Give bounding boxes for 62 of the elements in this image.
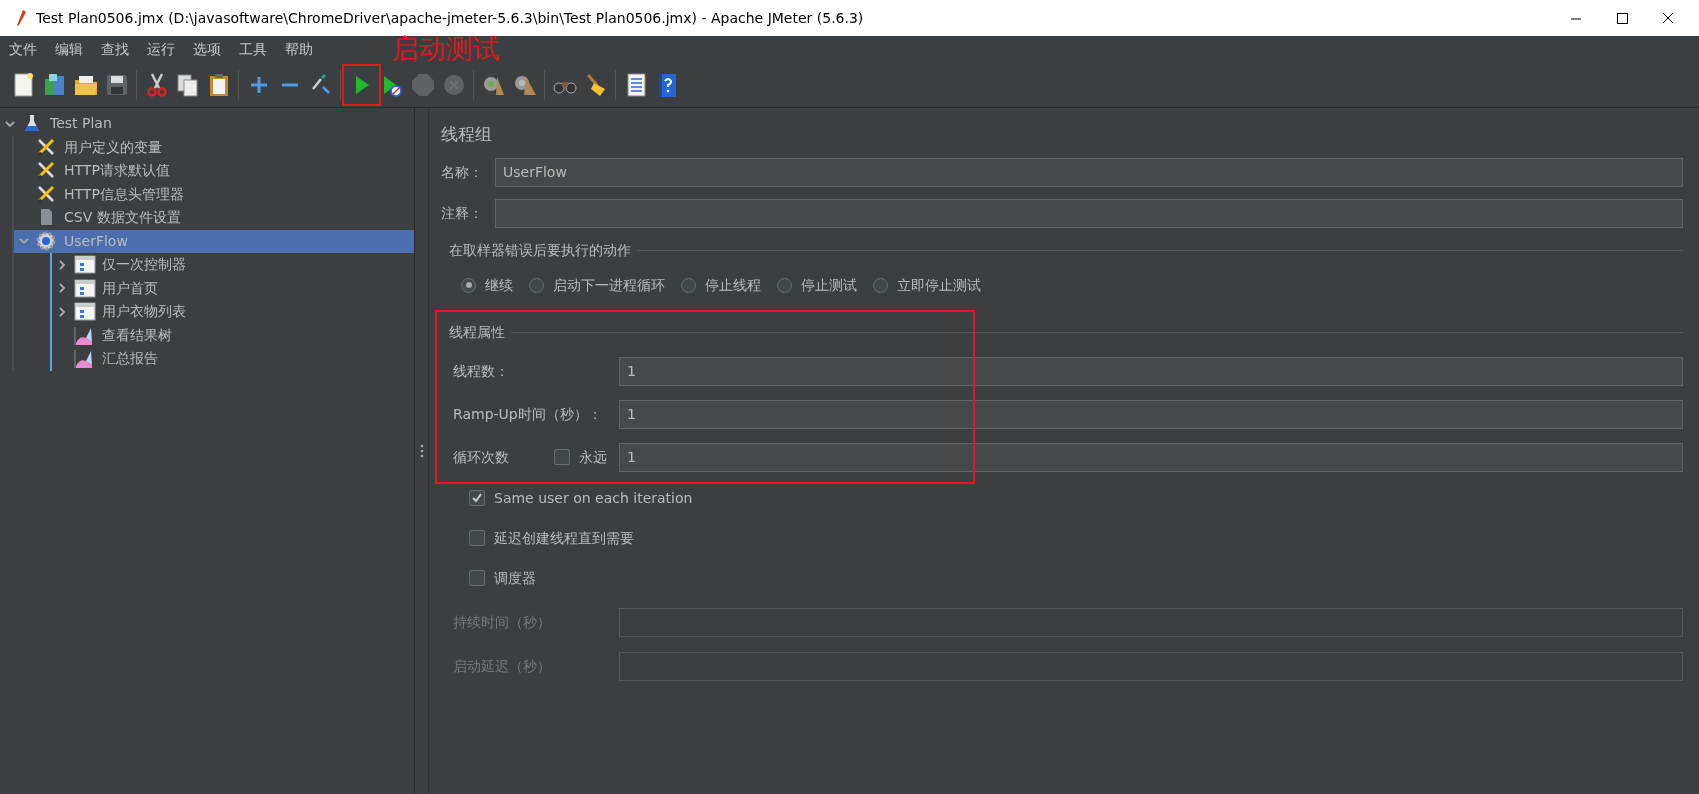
field-label: Ramp-Up时间（秒）： [453, 404, 602, 424]
menu-item[interactable]: 编辑 [46, 38, 92, 60]
checkbox[interactable] [469, 530, 485, 546]
menu-item[interactable]: 帮助 [276, 38, 322, 60]
window-icon [74, 301, 96, 323]
window-title: Test Plan0506.jmx (D:\javasoftware\ChromeDriver\apache-jmeter-5.6.3\bin\Test Plan0506.jmx) - Apache JMeter (5.6.3) [36, 8, 865, 28]
tree-item[interactable]: 用户首页 [52, 276, 414, 300]
input-field[interactable]: 1 [619, 356, 1683, 386]
radio-button[interactable] [461, 277, 476, 293]
radio-button[interactable] [529, 277, 544, 293]
input-field[interactable] [619, 651, 1683, 681]
checkbox-label: 延迟创建线程直到需要 [494, 528, 634, 548]
input-field[interactable] [619, 607, 1683, 637]
checkbox-label: Same user on each iteration [494, 488, 693, 508]
radio-button[interactable] [681, 277, 696, 293]
tree-item[interactable]: CSV 数据文件设置 [14, 206, 414, 230]
input-field[interactable] [495, 198, 1683, 228]
chevron-right-icon[interactable] [56, 282, 68, 295]
input-field[interactable]: 1 [619, 442, 1683, 472]
input-field[interactable]: UserFlow [495, 157, 1683, 187]
window-icon [74, 277, 96, 299]
radio-label: 继续 [485, 275, 513, 295]
window-icon [74, 254, 96, 276]
tree-item[interactable]: 用户定义的变量 [14, 135, 414, 159]
tree-item[interactable]: 查看结果树 [52, 323, 414, 347]
menu-item[interactable]: 选项 [184, 38, 230, 60]
tree-item[interactable]: HTTP请求默认值 [14, 159, 414, 183]
radio-button[interactable] [873, 277, 888, 293]
checkbox[interactable] [469, 490, 485, 506]
field-label: 循环次数 [453, 447, 509, 467]
tree-item[interactable]: 用户衣物列表 [52, 300, 414, 324]
tree-item[interactable]: Test Plan [0, 112, 414, 136]
field-label: 线程数： [453, 361, 509, 381]
annotation-label: 启动测试 [392, 35, 500, 64]
gear-icon [36, 230, 58, 252]
radio-label: 停止测试 [801, 275, 857, 295]
checkbox-label: 调度器 [494, 568, 536, 588]
feather-icon [14, 9, 28, 27]
menu-item[interactable]: 查找 [92, 38, 138, 60]
checkbox-label: 永远 [579, 447, 607, 467]
splitter-handle-icon[interactable] [419, 444, 424, 458]
field-label: 注释： [441, 203, 484, 223]
radio-label: 启动下一进程循环 [553, 275, 665, 295]
group-title: 在取样器错误后要执行的动作 [449, 240, 631, 260]
menu-item[interactable]: 工具 [230, 38, 276, 60]
chevron-right-icon[interactable] [56, 258, 68, 271]
radio-button[interactable] [777, 277, 792, 293]
tree-item[interactable]: HTTP信息头管理器 [14, 182, 414, 206]
chevron-right-icon[interactable] [56, 305, 68, 318]
field-label: 名称： [441, 162, 484, 182]
radio-label: 立即停止测试 [897, 275, 981, 295]
panel-title: 线程组 [441, 123, 493, 146]
tree-item[interactable]: 仅一次控制器 [52, 253, 414, 277]
tree-item[interactable]: 汇总报告 [52, 347, 414, 371]
menu-item[interactable]: 运行 [138, 38, 184, 60]
group-title: 线程属性 [449, 322, 505, 342]
input-field[interactable]: 1 [619, 399, 1683, 429]
radio-label: 停止线程 [705, 275, 761, 295]
menu-item[interactable]: 文件 [0, 38, 46, 60]
checkbox[interactable] [469, 570, 485, 586]
checkbox[interactable] [554, 449, 570, 465]
check-icon [471, 492, 483, 504]
